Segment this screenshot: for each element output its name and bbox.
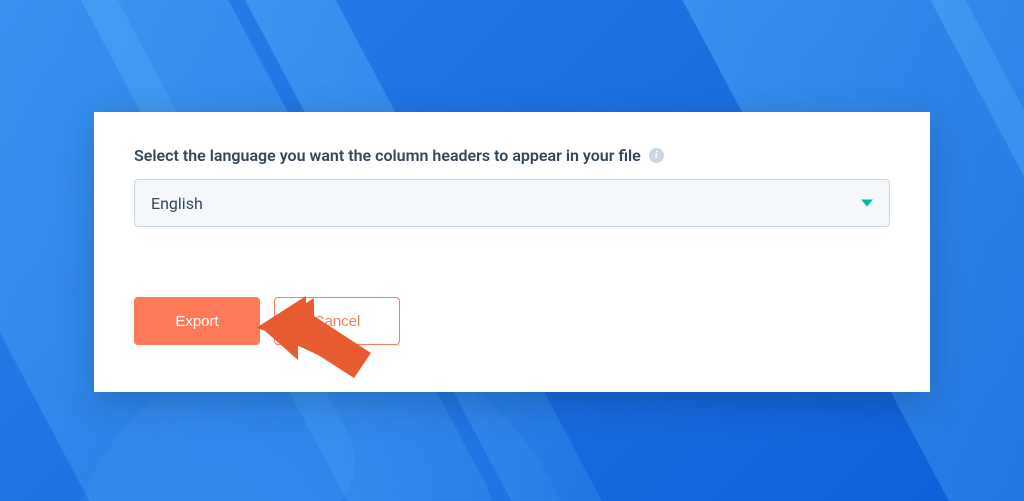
language-field-label: Select the language you want the column … xyxy=(134,146,641,165)
cancel-button[interactable]: Cancel xyxy=(274,297,400,345)
export-dialog: Select the language you want the column … xyxy=(94,112,930,392)
language-select-value: English xyxy=(151,194,203,213)
info-icon[interactable]: i xyxy=(649,148,664,163)
export-button[interactable]: Export xyxy=(134,297,260,345)
language-select[interactable]: English xyxy=(134,179,890,227)
chevron-down-icon xyxy=(861,200,873,207)
dialog-actions: Export Cancel xyxy=(134,297,890,345)
field-label-row: Select the language you want the column … xyxy=(134,146,890,165)
